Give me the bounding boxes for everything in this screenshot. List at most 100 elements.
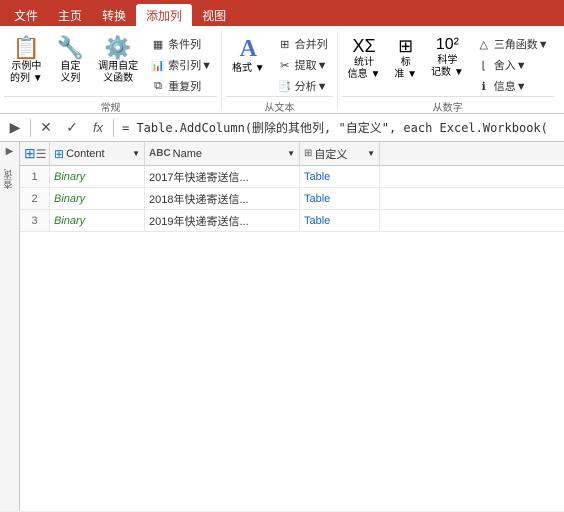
from-text-small-buttons: ⊞ 合并列 ✂ 提取▼ 📑 分析▼ — [273, 34, 333, 96]
btn-merge-columns[interactable]: ⊞ 合并列 — [273, 34, 333, 54]
btn-conditional-column[interactable]: ▦ 条件列 — [146, 34, 217, 54]
ribbon-group-from-text: A 格式 ▼ ⊞ 合并列 ✂ 提取▼ 📑 分析▼ 从文本 — [222, 30, 338, 109]
statistics-label: 统计信息 ▼ — [348, 57, 381, 81]
tab-home[interactable]: 主页 — [48, 4, 92, 26]
formula-sep-2 — [113, 119, 114, 137]
duplicate-column-label: 重复列 — [168, 78, 201, 94]
custom-header-label: 自定义 — [314, 146, 347, 162]
btn-info[interactable]: ℹ 信息▼ — [472, 76, 554, 96]
table-row[interactable]: 2 Binary 2018年快递寄送信... Table — [20, 188, 564, 210]
list-icon: ☰ — [36, 147, 47, 161]
btn-statistics[interactable]: XΣ 统计信息 ▼ — [342, 34, 387, 84]
sidebar-arrow[interactable]: ▶ — [6, 146, 14, 157]
btn-index-column[interactable]: 📊 索引列▼ — [146, 55, 217, 75]
conditional-column-icon: ▦ — [151, 38, 165, 51]
extract-icon: ✂ — [278, 59, 292, 72]
general-small-buttons: ▦ 条件列 📊 索引列▼ ⧉ 重复列 — [146, 34, 217, 96]
btn-analyze[interactable]: 📑 分析▼ — [273, 76, 333, 96]
cancel-btn[interactable]: ✕ — [35, 117, 57, 139]
data-rows: 1 Binary 2017年快递寄送信... Table 2 Binary 20… — [20, 166, 564, 232]
sidebar-label: 查询 — [2, 169, 17, 189]
btn-rounding[interactable]: ⌊ 舍入▼ — [472, 55, 554, 75]
general-group-label: 常规 — [4, 96, 217, 116]
tab-file[interactable]: 文件 — [4, 4, 48, 26]
content-header-label: Content — [66, 148, 105, 160]
cell-row-2-table: Table — [300, 188, 380, 209]
tab-transform[interactable]: 转换 — [92, 4, 136, 26]
col-header-content[interactable]: ⊞ Content ▼ — [50, 142, 145, 165]
from-text-group-label: 从文本 — [226, 96, 333, 116]
confirm-btn[interactable]: ✓ — [61, 117, 83, 139]
from-number-buttons: XΣ 统计信息 ▼ ⊞ 标准 ▼ 10² 科学记数 ▼ △ 三角函数▼ ⌊ 舍入… — [342, 30, 554, 96]
cell-row-1-table: Table — [300, 166, 380, 187]
left-sidebar: ▶ 查询 — [0, 142, 20, 511]
btn-duplicate-column[interactable]: ⧉ 重复列 — [146, 76, 217, 96]
table-row[interactable]: 3 Binary 2019年快递寄送信... Table — [20, 210, 564, 232]
btn-invoke-function[interactable]: ⚙️ 调用自定义函数 — [92, 34, 144, 88]
format-icon: A — [240, 37, 257, 61]
ribbon-tabs: 文件 主页 转换 添加列 视图 — [0, 0, 564, 26]
cell-row-2-binary: Binary — [50, 188, 145, 209]
table-row[interactable]: 1 Binary 2017年快递寄送信... Table — [20, 166, 564, 188]
merge-columns-label: 合并列 — [295, 36, 328, 52]
invoke-function-icon: ⚙️ — [104, 37, 131, 59]
cell-row-2-num: 2 — [20, 188, 50, 209]
cell-row-1-num: 1 — [20, 166, 50, 187]
name-arrow-icon: ▼ — [287, 149, 295, 158]
info-icon: ℹ — [477, 80, 491, 93]
conditional-column-label: 条件列 — [168, 36, 201, 52]
cell-row-3-name: 2019年快递寄送信... — [145, 210, 300, 231]
cell-row-3-table: Table — [300, 210, 380, 231]
content-type-icon: ⊞ — [54, 147, 64, 161]
col-header-name[interactable]: ABC Name ▼ — [145, 142, 300, 165]
content-arrow-icon: ▼ — [132, 149, 140, 158]
btn-format[interactable]: A 格式 ▼ — [226, 34, 271, 78]
btn-standard[interactable]: ⊞ 标准 ▼ — [388, 34, 423, 84]
rounding-label: 舍入▼ — [494, 57, 527, 73]
table-icon: ⊞ — [24, 145, 36, 162]
ribbon-group-from-number: XΣ 统计信息 ▼ ⊞ 标准 ▼ 10² 科学记数 ▼ △ 三角函数▼ ⌊ 舍入… — [338, 30, 558, 109]
btn-scientific[interactable]: 10² 科学记数 ▼ — [425, 34, 470, 82]
format-label: 格式 ▼ — [232, 63, 265, 75]
main-area: ▶ 查询 ⊞ ☰ ⊞ Content ▼ ABC Name ▼ — [0, 142, 564, 511]
btn-example-column[interactable]: 📋 示例中的列 ▼ — [4, 34, 49, 88]
custom-column-label: 自定义列 — [60, 61, 80, 85]
analyze-icon: 📑 — [278, 80, 292, 93]
custom-column-icon: 🔧 — [57, 37, 84, 59]
cell-row-1-binary: Binary — [50, 166, 145, 187]
cell-row-3-num: 3 — [20, 210, 50, 231]
from-text-buttons: A 格式 ▼ ⊞ 合并列 ✂ 提取▼ 📑 分析▼ — [226, 30, 333, 96]
table-header: ⊞ ☰ ⊞ Content ▼ ABC Name ▼ ⊞ — [20, 142, 564, 166]
cell-row-3-binary: Binary — [50, 210, 145, 231]
trig-label: 三角函数▼ — [494, 36, 549, 52]
index-column-icon: 📊 — [151, 59, 165, 72]
name-type-icon: ABC — [149, 148, 171, 159]
tab-add-column[interactable]: 添加列 — [136, 4, 192, 26]
btn-extract[interactable]: ✂ 提取▼ — [273, 55, 333, 75]
btn-custom-column[interactable]: 🔧 自定义列 — [51, 34, 90, 88]
info-label: 信息▼ — [494, 78, 527, 94]
custom-filter-icon: ⊞ — [304, 148, 312, 159]
formula-bar: ▶ ✕ ✓ fx = Table.AddColumn(删除的其他列, "自定义"… — [0, 114, 564, 142]
index-column-label: 索引列▼ — [168, 57, 212, 73]
formula-text[interactable]: = Table.AddColumn(删除的其他列, "自定义", each Ex… — [118, 119, 560, 136]
scientific-icon: 10² — [436, 37, 459, 53]
trig-icon: △ — [477, 38, 491, 51]
name-header-label: Name — [173, 148, 202, 160]
general-buttons: 📋 示例中的列 ▼ 🔧 自定义列 ⚙️ 调用自定义函数 ▦ 条件列 📊 索引列▼ — [4, 30, 217, 96]
example-column-icon: 📋 — [13, 37, 40, 59]
expand-btn[interactable]: ▶ — [4, 117, 26, 139]
col-header-rownum[interactable]: ⊞ ☰ — [20, 142, 50, 165]
standard-label: 标准 ▼ — [394, 57, 417, 81]
col-header-custom[interactable]: ⊞ 自定义 ▼ — [300, 142, 380, 165]
ribbon-group-general: 📋 示例中的列 ▼ 🔧 自定义列 ⚙️ 调用自定义函数 ▦ 条件列 📊 索引列▼ — [0, 30, 222, 109]
rounding-icon: ⌊ — [477, 59, 491, 72]
from-number-small-buttons: △ 三角函数▼ ⌊ 舍入▼ ℹ 信息▼ — [472, 34, 554, 96]
fx-btn[interactable]: fx — [87, 117, 109, 139]
example-column-label: 示例中的列 ▼ — [10, 61, 43, 85]
cell-row-2-name: 2018年快递寄送信... — [145, 188, 300, 209]
cell-row-1-name: 2017年快递寄送信... — [145, 166, 300, 187]
tab-view[interactable]: 视图 — [192, 4, 236, 26]
table-container: ⊞ ☰ ⊞ Content ▼ ABC Name ▼ ⊞ — [20, 142, 564, 511]
btn-trig[interactable]: △ 三角函数▼ — [472, 34, 554, 54]
